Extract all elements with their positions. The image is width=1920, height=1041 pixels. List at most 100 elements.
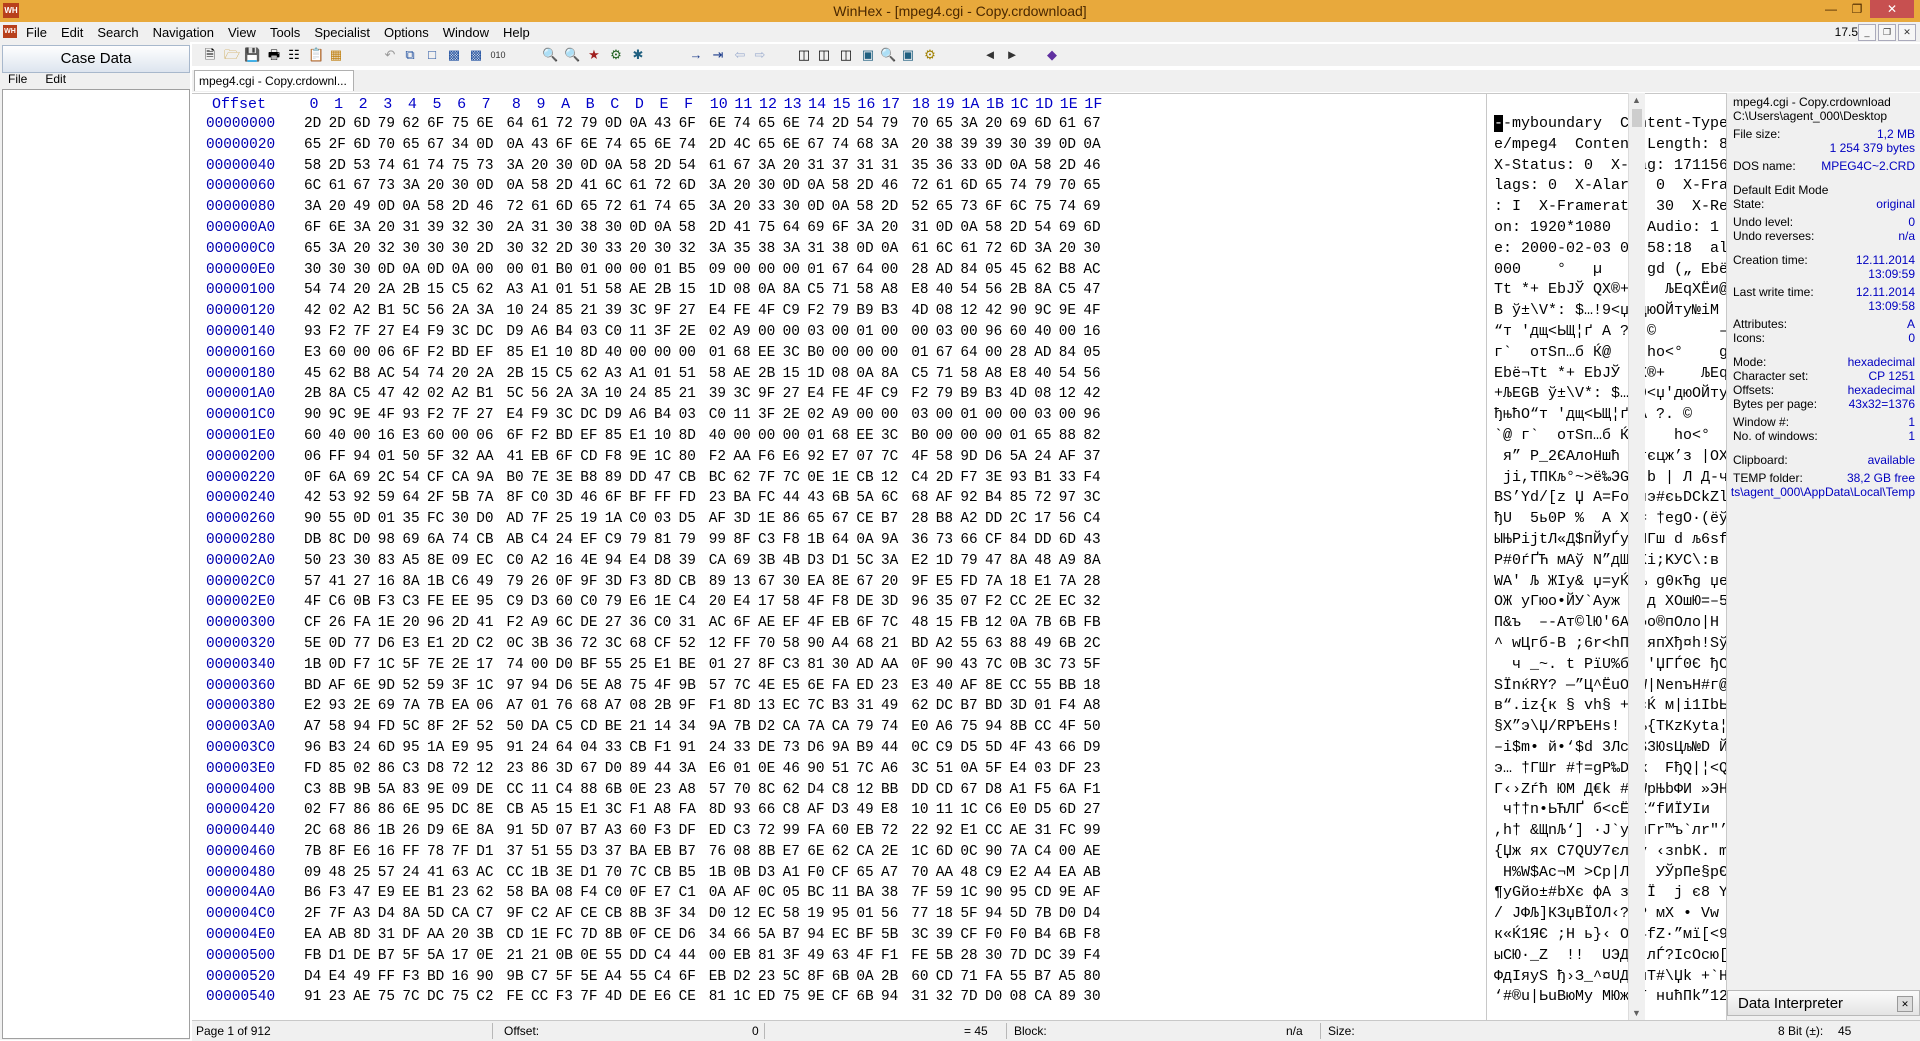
disk-icon[interactable]: ◫	[816, 47, 832, 63]
hex-byte[interactable]: C4	[654, 946, 671, 967]
hex-byte[interactable]: 3F	[654, 322, 671, 343]
hex-byte[interactable]: F1	[654, 738, 671, 759]
text-row[interactable]: Tt *+ ЕbЈЎ QX®+ ЉЕqXЁи@TV+ЉЕG	[1494, 280, 1728, 301]
hex-byte[interactable]: CC	[1010, 676, 1027, 697]
hex-byte[interactable]: E6	[353, 842, 370, 863]
hex-byte[interactable]: CF	[304, 613, 321, 634]
hex-byte[interactable]: C6	[329, 592, 346, 613]
hex-byte[interactable]: 0A	[506, 135, 523, 156]
hex-byte[interactable]: C4	[911, 468, 928, 489]
mdi-minimize-icon[interactable]: _	[1858, 24, 1876, 41]
hex-byte[interactable]: C9	[605, 530, 622, 551]
hex-byte[interactable]: 01	[911, 343, 928, 364]
hex-byte[interactable]: EA	[1059, 863, 1076, 884]
hex-byte[interactable]: 20	[402, 613, 419, 634]
hex-byte[interactable]: 3A	[1034, 239, 1051, 260]
previous-block-icon[interactable]: ◄	[982, 47, 998, 63]
hex-byte[interactable]: 2F	[452, 717, 469, 738]
hex-byte[interactable]: EB	[709, 967, 726, 988]
save-icon[interactable]: 💾	[244, 47, 260, 63]
hex-byte[interactable]: DF	[402, 925, 419, 946]
hex-byte[interactable]: CC	[985, 821, 1002, 842]
hex-byte[interactable]: 58	[832, 176, 849, 197]
hex-byte[interactable]: 64	[832, 530, 849, 551]
hex-byte[interactable]: EC	[832, 925, 849, 946]
hex-byte[interactable]: 46	[476, 197, 493, 218]
hex-byte[interactable]: 5F	[985, 759, 1002, 780]
hex-byte[interactable]: 39	[960, 135, 977, 156]
hex-byte[interactable]: 41	[506, 447, 523, 468]
hex-byte[interactable]: EF	[476, 343, 493, 364]
hex-byte[interactable]: 1C	[733, 987, 750, 1008]
hex-byte[interactable]: 2B	[1010, 280, 1027, 301]
hex-byte[interactable]: 79	[960, 551, 977, 572]
hex-byte[interactable]: 89	[1059, 987, 1076, 1008]
hex-byte[interactable]: 74	[654, 197, 671, 218]
hex-byte[interactable]: D8	[654, 551, 671, 572]
hex-byte[interactable]: 13	[758, 696, 775, 717]
text-row[interactable]: ч _~. t PїU%бѕ 'ЏГЃ0­Є ђC| <s_	[1494, 655, 1728, 676]
hex-byte[interactable]: 6C	[605, 176, 622, 197]
properties-icon[interactable]: ☷	[286, 47, 302, 63]
hex-byte[interactable]: AE	[629, 280, 646, 301]
hex-byte[interactable]: 0C	[911, 738, 928, 759]
hex-byte[interactable]: 9D	[960, 447, 977, 468]
hex-byte[interactable]: 97	[1059, 488, 1076, 509]
hex-byte[interactable]: CC	[506, 863, 523, 884]
hex-byte[interactable]: 42	[985, 301, 1002, 322]
hex-byte[interactable]: 79	[679, 530, 696, 551]
hex-byte[interactable]: 3A	[329, 239, 346, 260]
hex-byte[interactable]: FA	[353, 613, 370, 634]
hex-byte[interactable]: B1	[427, 883, 444, 904]
hex-byte[interactable]: 00	[783, 426, 800, 447]
hex-byte[interactable]: 51	[580, 280, 597, 301]
hex-byte[interactable]: 17	[476, 655, 493, 676]
hex-byte[interactable]: 26	[329, 613, 346, 634]
menu-tools[interactable]: Tools	[270, 25, 300, 40]
hex-byte[interactable]: 40	[329, 426, 346, 447]
hex-byte[interactable]: 0A	[1010, 156, 1027, 177]
hex-byte[interactable]: 40	[936, 676, 953, 697]
hex-byte[interactable]: 5E	[580, 967, 597, 988]
hex-byte[interactable]: 2D	[329, 156, 346, 177]
hex-byte[interactable]: AE	[353, 987, 370, 1008]
hex-byte[interactable]: C4	[654, 967, 671, 988]
hex-byte[interactable]: 01	[531, 260, 548, 281]
hex-byte[interactable]: 6B	[1059, 613, 1076, 634]
hex-byte[interactable]: 14	[654, 717, 671, 738]
hex-byte[interactable]: 89	[605, 468, 622, 489]
hex-byte[interactable]: EE	[758, 343, 775, 364]
hex-byte[interactable]: 67	[960, 780, 977, 801]
hex-byte[interactable]: 15	[936, 613, 953, 634]
hex-byte[interactable]: B1	[378, 301, 395, 322]
hex-byte[interactable]: AE	[1083, 842, 1100, 863]
hex-byte[interactable]: 1C	[378, 655, 395, 676]
hex-byte[interactable]: 6B	[832, 967, 849, 988]
hex-byte[interactable]: C0	[605, 322, 622, 343]
hex-row[interactable]: 96 B3 24 6D 95 1A E9 95 91 24 64 04 33 CB F1 91 24 33 DE 73…	[304, 738, 1484, 759]
hex-byte[interactable]: A2	[960, 509, 977, 530]
hex-byte[interactable]: 8D	[733, 696, 750, 717]
hex-byte[interactable]: 33	[605, 738, 622, 759]
hex-byte[interactable]: 36	[936, 156, 953, 177]
hex-byte[interactable]: 2E	[783, 405, 800, 426]
hex-byte[interactable]: CB	[506, 800, 523, 821]
hex-byte[interactable]: 5F	[556, 967, 573, 988]
text-row[interactable]: “т 'дщ<ЬЩ¦ґ А ?. © –`@	[1494, 322, 1728, 343]
hex-byte[interactable]: 40	[605, 343, 622, 364]
hex-byte[interactable]: 6D	[1034, 114, 1051, 135]
hex-byte[interactable]: 58	[783, 904, 800, 925]
hex-byte[interactable]: 12	[985, 613, 1002, 634]
hex-row[interactable]: D4 E4 49 FF F3 BD 16 90 9B C7 5F 5E A4 55 C4 6F EB D2 23 5C…	[304, 967, 1484, 988]
hex-byte[interactable]: BD	[985, 696, 1002, 717]
hex-byte[interactable]: 55	[1034, 676, 1051, 697]
hex-row[interactable]: 09 48 25 57 24 41 63 AC CC 1B 3E D1 70 7C CB B5 1B 0B D3 A1…	[304, 863, 1484, 884]
hex-byte[interactable]: 49	[476, 572, 493, 593]
hex-byte[interactable]: 94	[807, 925, 824, 946]
text-row[interactable]: on: 1920*1080 X-Audio: 1 X-Tim	[1494, 218, 1728, 239]
hex-byte[interactable]: 83	[402, 780, 419, 801]
hex-byte[interactable]: 82	[1083, 426, 1100, 447]
hex-byte[interactable]: 4F	[807, 613, 824, 634]
hex-byte[interactable]: A8	[1083, 696, 1100, 717]
hex-byte[interactable]: AE	[1010, 821, 1027, 842]
